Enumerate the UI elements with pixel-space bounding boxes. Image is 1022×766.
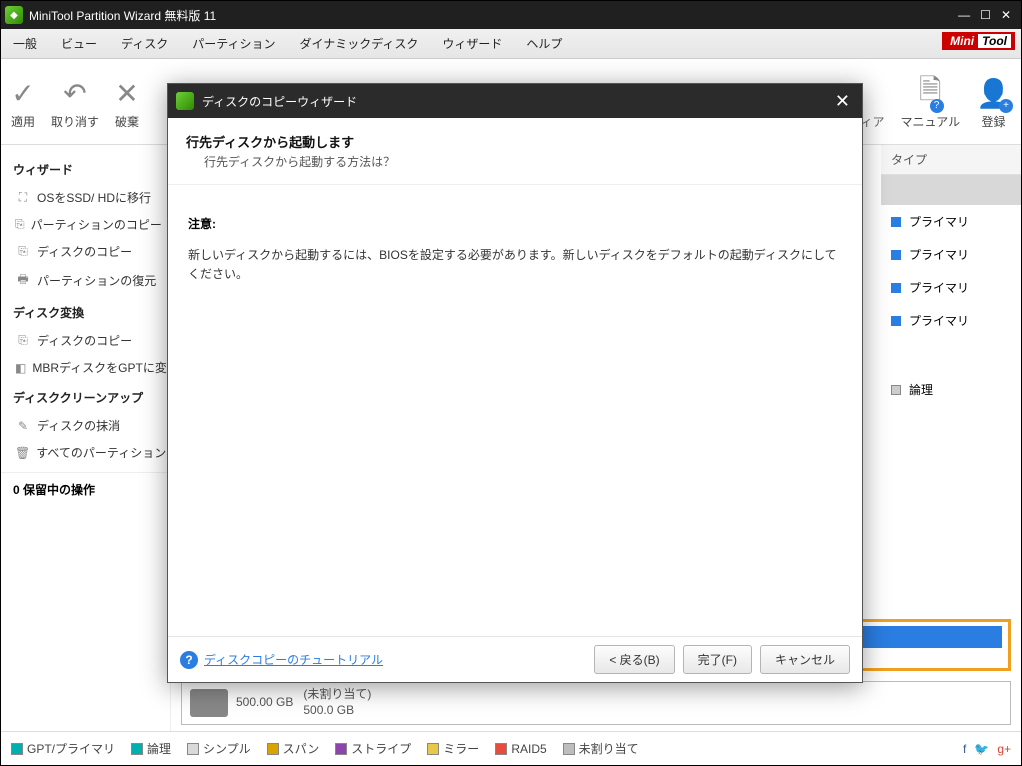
modal-content: 注意: 新しいディスクから起動するには、BIOSを設定する必要があります。新しい… — [168, 185, 862, 636]
trash-icon: 🗑 — [15, 446, 30, 460]
type-row[interactable]: 論理 — [881, 373, 1021, 406]
titlebar: ◆ MiniTool Partition Wizard 無料版 11 — ☐ ✕ — [1, 1, 1021, 29]
menubar: 一般 ビュー ディスク パーティション ダイナミックディスク ウィザード ヘルプ… — [1, 29, 1021, 59]
twitter-icon[interactable]: 🐦 — [974, 742, 989, 756]
modal-note-label: 注意: — [188, 215, 842, 232]
user-icon: 👤 — [976, 73, 1011, 113]
migrate-icon: ⛶ — [15, 190, 31, 205]
disk-copy-icon: ⎘ — [15, 244, 31, 259]
manual-button[interactable]: 🗎マニュアル — [900, 73, 960, 130]
hdd-icon — [190, 689, 228, 717]
sidebar-delete-all[interactable]: 🗑すべてのパーティションの — [1, 439, 170, 466]
pending-operations: 0 保留中の操作 — [1, 472, 170, 506]
sidebar-convert-header: ディスク変換 — [1, 296, 170, 327]
disk2-info: 500.00 GB — [236, 695, 293, 711]
minimize-button[interactable]: — — [958, 8, 970, 22]
menu-wizard[interactable]: ウィザード — [430, 35, 514, 52]
check-icon: ✓ — [11, 73, 34, 113]
primary-icon — [891, 217, 901, 227]
legend-simple: シンプル — [187, 740, 251, 757]
menu-view[interactable]: ビュー — [49, 35, 109, 52]
legend-unalloc: 未割り当て — [563, 740, 639, 757]
logical-icon — [891, 385, 901, 395]
copy-disk-wizard-dialog: ディスクのコピーウィザード ✕ 行先ディスクから起動します 行先ディスクから起動… — [167, 83, 863, 683]
help-icon: ? — [180, 651, 198, 669]
sidebar-mbr-gpt[interactable]: ◧MBRディスクをGPTに変 — [1, 354, 170, 381]
recover-icon: 🖶 — [15, 270, 31, 291]
convert-icon: ◧ — [15, 361, 26, 375]
disk-bar-2[interactable]: 500.00 GB (未割り当て) 500.0 GB — [181, 681, 1011, 725]
type-row[interactable]: プライマリ — [881, 304, 1021, 337]
type-header: タイプ — [881, 145, 1021, 175]
legend-mirror: ミラー — [427, 740, 479, 757]
sidebar-copy-disk[interactable]: ⎘ディスクのコピー — [1, 238, 170, 265]
selected-row[interactable] — [881, 175, 1021, 205]
maximize-button[interactable]: ☐ — [980, 8, 991, 22]
manual-icon: 🗎 — [919, 73, 942, 113]
modal-heading: 行先ディスクから起動します — [186, 132, 844, 151]
type-row[interactable]: プライマリ — [881, 238, 1021, 271]
primary-icon — [891, 316, 901, 326]
finish-button[interactable]: 完了(F) — [683, 645, 752, 674]
register-button[interactable]: 👤登録 — [976, 73, 1011, 130]
type-row[interactable]: プライマリ — [881, 205, 1021, 238]
modal-close-button[interactable]: ✕ — [831, 91, 854, 112]
erase-icon: ✎ — [15, 419, 31, 433]
modal-body-text: 新しいディスクから起動するには、BIOSを設定する必要があります。新しいディスク… — [188, 246, 842, 284]
discard-icon: ✕ — [115, 73, 138, 113]
close-button[interactable]: ✕ — [1001, 8, 1011, 22]
legend-span: スパン — [267, 740, 320, 757]
sidebar-cleanup-header: ディスククリーンアップ — [1, 381, 170, 412]
primary-icon — [891, 250, 901, 260]
gplus-icon[interactable]: g+ — [997, 742, 1011, 756]
sidebar-wipe-disk[interactable]: ✎ディスクの抹消 — [1, 412, 170, 439]
legend-logical: 論理 — [131, 740, 171, 757]
type-row[interactable]: プライマリ — [881, 271, 1021, 304]
modal-titlebar: ディスクのコピーウィザード ✕ — [168, 84, 862, 118]
app-icon: ◆ — [5, 6, 23, 24]
brand-logo: MiniTool — [942, 32, 1015, 50]
disk-copy-icon: ⎘ — [15, 333, 31, 348]
modal-help: ? ディスクコピーのチュートリアル — [180, 651, 383, 669]
tutorial-link[interactable]: ディスクコピーのチュートリアル — [204, 651, 383, 668]
menu-dynamic[interactable]: ダイナミックディスク — [287, 35, 430, 52]
undo-icon: ↶ — [63, 73, 86, 113]
legend: GPT/プライマリ 論理 シンプル スパン ストライプ ミラー RAID5 未割… — [1, 731, 1021, 765]
media-button-cut[interactable]: ィア — [860, 73, 884, 130]
sidebar-recover-partition[interactable]: 🖶パーティションの復元 — [1, 265, 170, 296]
legend-gpt: GPT/プライマリ — [11, 740, 115, 757]
cancel-button[interactable]: キャンセル — [760, 645, 850, 674]
app-window: ◆ MiniTool Partition Wizard 無料版 11 — ☐ ✕… — [0, 0, 1022, 766]
apply-button[interactable]: ✓適用 — [11, 73, 35, 130]
back-button[interactable]: < 戻る(B) — [594, 645, 674, 674]
menu-general[interactable]: 一般 — [1, 35, 49, 52]
modal-subheading: 行先ディスクから起動する方法は？ — [186, 153, 844, 170]
facebook-icon[interactable]: f — [963, 742, 966, 756]
menu-help[interactable]: ヘルプ — [514, 35, 574, 52]
modal-app-icon — [176, 92, 194, 110]
sidebar-copy-partition[interactable]: ⎘パーティションのコピー — [1, 211, 170, 238]
primary-icon — [891, 283, 901, 293]
sidebar: ウィザード ⛶OSをSSD/ HDに移行 ⎘パーティションのコピー ⎘ディスクの… — [1, 145, 171, 731]
legend-raid: RAID5 — [495, 742, 546, 756]
type-column: タイプ プライマリ プライマリ プライマリ プライマリ 論理 — [881, 145, 1021, 406]
modal-footer: ? ディスクコピーのチュートリアル < 戻る(B) 完了(F) キャンセル — [168, 636, 862, 682]
window-controls: — ☐ ✕ — [958, 8, 1017, 22]
undo-button[interactable]: ↶取り消す — [51, 73, 99, 130]
copy-icon: ⎘ — [15, 217, 25, 232]
menu-disk[interactable]: ディスク — [109, 35, 180, 52]
sidebar-copy-disk2[interactable]: ⎘ディスクのコピー — [1, 327, 170, 354]
modal-title: ディスクのコピーウィザード — [202, 93, 831, 110]
window-title: MiniTool Partition Wizard 無料版 11 — [29, 7, 958, 24]
discard-button[interactable]: ✕破棄 — [115, 73, 139, 130]
modal-header: 行先ディスクから起動します 行先ディスクから起動する方法は？ — [168, 118, 862, 185]
menu-partition[interactable]: パーティション — [180, 35, 287, 52]
social-links: f 🐦 g+ — [963, 742, 1011, 756]
legend-stripe: ストライプ — [335, 740, 411, 757]
sidebar-migrate-os[interactable]: ⛶OSをSSD/ HDに移行 — [1, 184, 170, 211]
sidebar-wizard-header: ウィザード — [1, 153, 170, 184]
